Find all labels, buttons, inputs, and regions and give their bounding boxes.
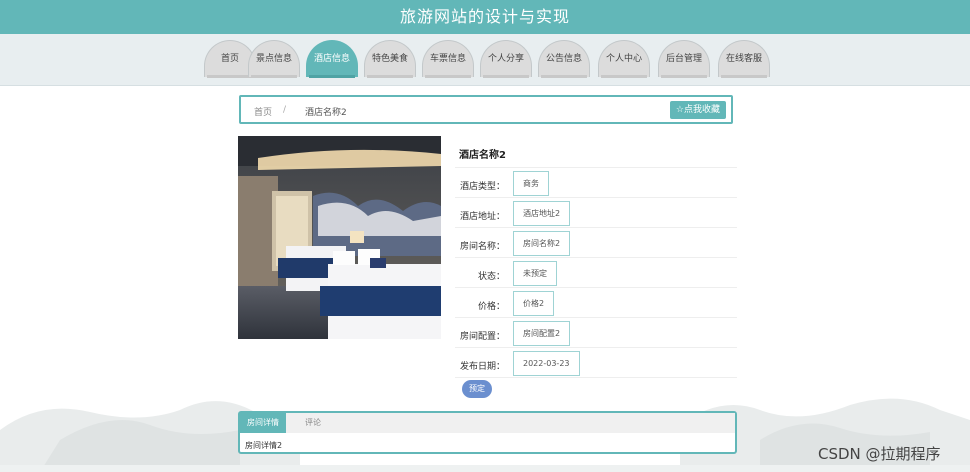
field-divider xyxy=(455,377,737,378)
field-label: 房间名称： xyxy=(459,242,505,252)
field-label: 酒店类型： xyxy=(459,182,505,192)
nav-tab-hotels[interactable]: 酒店信息 xyxy=(306,40,358,78)
field-row-room-name: 房间名称： 房间名称2 xyxy=(455,227,737,258)
nav-tab-attractions[interactable]: 景点信息 xyxy=(248,40,300,78)
room-detail-content: 房间详情2 xyxy=(245,441,283,450)
field-value: 房间配置2 xyxy=(513,321,571,346)
breadcrumb-current: 酒店名称2 xyxy=(305,108,347,118)
field-value: 房间名称2 xyxy=(513,231,571,256)
nav-tab-notices[interactable]: 公告信息 xyxy=(538,40,590,78)
field-row-publish-date: 发布日期： 2022-03-23 xyxy=(455,347,737,378)
field-label: 发布日期： xyxy=(459,362,505,372)
detail-tabs: 房间详情 评论 xyxy=(240,413,735,433)
main-nav: 首页 景点信息 酒店信息 特色美食 车票信息 个人分享 公告信息 个人中心 后台… xyxy=(0,34,970,86)
field-value: 酒店地址2 xyxy=(513,201,571,226)
detail-panel: 房间详情 评论 房间详情2 xyxy=(238,411,737,454)
tab-room-details[interactable]: 房间详情 xyxy=(240,413,286,433)
field-value: 2022-03-23 xyxy=(513,351,580,376)
field-row-status: 状态： 未预定 xyxy=(455,257,737,288)
field-label: 房间配置： xyxy=(459,332,505,342)
favorite-button[interactable]: ☆点我收藏 xyxy=(669,101,726,119)
nav-tab-profile[interactable]: 个人中心 xyxy=(598,40,650,78)
field-row-type: 酒店类型： 商务 xyxy=(455,167,737,198)
nav-tab-tickets[interactable]: 车票信息 xyxy=(422,40,474,78)
site-title-bar: 旅游网站的设计与实现 xyxy=(0,0,970,34)
field-row-room-config: 房间配置： 房间配置2 xyxy=(455,317,737,348)
nav-tab-support[interactable]: 在线客服 xyxy=(718,40,770,78)
field-value: 商务 xyxy=(513,171,549,196)
watermark: CSDN @拉期程序 xyxy=(818,445,941,463)
site-title: 旅游网站的设计与实现 xyxy=(399,7,570,26)
field-row-address: 酒店地址： 酒店地址2 xyxy=(455,197,737,228)
book-button[interactable]: 预定 xyxy=(462,380,492,398)
hotel-room-photo xyxy=(238,136,441,339)
field-row-price: 价格： 价格2 xyxy=(455,287,737,318)
breadcrumb-separator: / xyxy=(283,105,287,115)
field-value: 价格2 xyxy=(513,291,555,316)
tab-comments[interactable]: 评论 xyxy=(290,413,336,433)
hotel-name: 酒店名称2 xyxy=(459,150,506,161)
field-label: 价格： xyxy=(477,302,505,312)
field-label: 状态： xyxy=(477,272,505,282)
breadcrumb: 首页 / 酒店名称2 ☆点我收藏 xyxy=(239,95,733,124)
field-label: 酒店地址： xyxy=(459,212,505,222)
nav-tab-share[interactable]: 个人分享 xyxy=(480,40,532,78)
field-value: 未预定 xyxy=(513,261,557,286)
breadcrumb-home-link[interactable]: 首页 xyxy=(254,105,272,118)
nav-tab-admin[interactable]: 后台管理 xyxy=(658,40,710,78)
nav-tab-food[interactable]: 特色美食 xyxy=(364,40,416,78)
